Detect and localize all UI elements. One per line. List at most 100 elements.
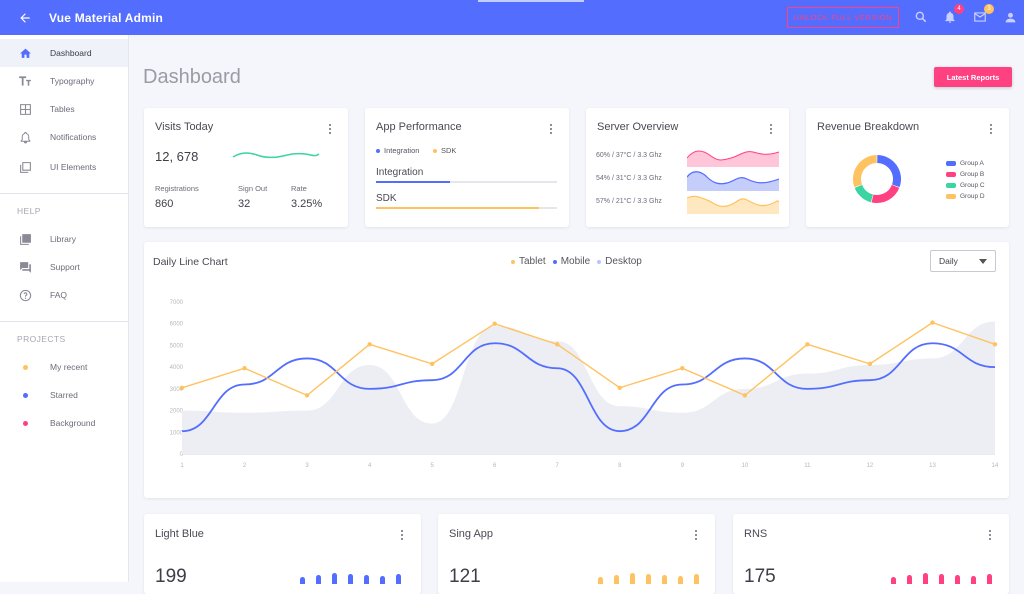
sidebar: Dashboard Typography Tables Notification… <box>0 35 129 582</box>
donut-slice-group-a <box>877 155 901 188</box>
visits-today-card: Visits Today 12, 678 Registrations 860 S… <box>144 108 348 227</box>
tablet-point <box>242 366 247 371</box>
mini-bar <box>300 577 305 584</box>
stat-label: Rate <box>291 184 307 193</box>
account-icon[interactable] <box>1001 8 1019 26</box>
more-vert-icon[interactable] <box>989 530 992 540</box>
donut-slice-group-d <box>853 155 877 188</box>
messages-button[interactable]: 3 <box>971 4 994 26</box>
mini-bar <box>971 576 976 584</box>
mini-bar <box>332 573 337 584</box>
sidebar-item-faq[interactable]: FAQ <box>0 281 128 309</box>
sidebar-project-background[interactable]: Background <box>0 409 128 437</box>
sidebar-divider <box>0 321 128 322</box>
sidebar-item-ui-elements[interactable]: UI Elements <box>0 153 128 181</box>
tablet-point <box>492 321 497 326</box>
app-performance-card: App Performance Integration SDK Integrat… <box>365 108 569 227</box>
notifications-button[interactable]: 4 <box>941 4 964 26</box>
messages-badge: 3 <box>984 4 994 14</box>
card-value: 175 <box>744 566 776 587</box>
series-area-desktop <box>182 321 995 454</box>
mini-bar <box>678 576 683 584</box>
sidebar-item-library[interactable]: Library <box>0 225 128 253</box>
x-tick-label: 7 <box>556 463 560 469</box>
more-vert-icon[interactable] <box>550 124 553 134</box>
mini-bar <box>380 576 385 584</box>
table-icon <box>17 101 33 117</box>
app-title: Vue Material Admin <box>49 10 164 25</box>
x-tick-label: 6 <box>493 463 497 469</box>
dot-icon <box>17 415 33 431</box>
mini-bar <box>614 575 619 584</box>
more-vert-icon[interactable] <box>990 124 993 134</box>
legend-label: Group A <box>960 160 984 167</box>
sidebar-item-tables[interactable]: Tables <box>0 95 128 123</box>
visits-value: 12, 678 <box>155 149 199 164</box>
legend-label: SDK <box>441 146 457 155</box>
x-tick-label: 13 <box>929 463 936 469</box>
rns-card: RNS 175 <box>733 514 1009 594</box>
more-vert-icon[interactable] <box>770 124 773 134</box>
legend-item: SDK <box>433 146 456 155</box>
sidebar-item-label: Starred <box>50 390 78 400</box>
performance-bar-fill <box>376 181 451 183</box>
y-tick-label: 4000 <box>170 365 184 371</box>
server-area-chart-2 <box>687 171 779 191</box>
tablet-point <box>179 385 185 390</box>
help-circle-icon <box>17 287 33 303</box>
x-tick-label: 10 <box>742 463 749 469</box>
unlock-full-version-button[interactable]: Unlock full version <box>787 7 899 28</box>
mini-bar <box>316 575 321 584</box>
legend-item: Group A <box>946 160 985 167</box>
card-title: Server Overview <box>597 121 679 133</box>
x-tick-label: 9 <box>681 463 685 469</box>
legend-item: Integration <box>376 146 419 155</box>
sing-app-card: Sing App 121 <box>438 514 715 594</box>
sidebar-item-label: Notifications <box>50 132 97 142</box>
performance-bar-track <box>376 207 557 209</box>
x-tick-label: 4 <box>368 463 372 469</box>
card-title: Revenue Breakdown <box>817 121 920 133</box>
sidebar-project-starred[interactable]: Starred <box>0 381 128 409</box>
legend-label: Group C <box>960 182 985 189</box>
stat-value: 32 <box>238 198 251 210</box>
x-tick-label: 1 <box>180 463 184 469</box>
mini-bar <box>598 577 603 584</box>
card-title: Light Blue <box>155 528 204 540</box>
tablet-point <box>805 342 810 347</box>
mini-bar <box>694 574 699 584</box>
stat-value: 3.25% <box>291 198 323 210</box>
sidebar-item-dashboard[interactable]: Dashboard <box>0 39 128 67</box>
sidebar-item-support[interactable]: Support <box>0 253 128 281</box>
mini-bar <box>630 573 635 584</box>
server-area-chart-1 <box>687 150 779 167</box>
arrow-back-icon[interactable] <box>16 9 34 27</box>
legend-label: Integration <box>384 146 420 155</box>
revenue-legend: Group A Group B Group C Group D <box>946 160 985 200</box>
mini-bar <box>907 575 912 584</box>
tablet-point <box>867 361 873 367</box>
card-title: RNS <box>744 528 768 540</box>
latest-reports-button[interactable]: Latest Reports <box>934 67 1012 87</box>
more-vert-icon[interactable] <box>695 530 698 540</box>
card-title: App Performance <box>376 121 462 133</box>
search-icon[interactable] <box>912 8 930 26</box>
x-tick-label: 3 <box>305 463 309 469</box>
sidebar-item-label: Typography <box>50 76 95 86</box>
mini-bar <box>396 574 401 584</box>
sidebar-item-typography[interactable]: Typography <box>0 67 128 95</box>
more-vert-icon[interactable] <box>329 124 332 134</box>
legend-item: Group C <box>946 182 985 189</box>
mini-bar <box>923 573 928 584</box>
mini-bar <box>646 574 651 584</box>
more-vert-icon[interactable] <box>401 530 404 540</box>
server-overview-card: Server Overview 60% / 37°C / 3.3 Ghz 54%… <box>586 108 789 227</box>
sidebar-item-label: UI Elements <box>50 162 97 172</box>
light-blue-card: Light Blue 199 <box>144 514 421 594</box>
bell-outline-icon <box>17 129 33 145</box>
tablet-point <box>429 361 435 367</box>
sidebar-item-label: FAQ <box>50 290 68 300</box>
sidebar-item-notifications[interactable]: Notifications <box>0 123 128 151</box>
mini-bar <box>891 577 896 584</box>
sidebar-project-my-recent[interactable]: My recent <box>0 353 128 381</box>
